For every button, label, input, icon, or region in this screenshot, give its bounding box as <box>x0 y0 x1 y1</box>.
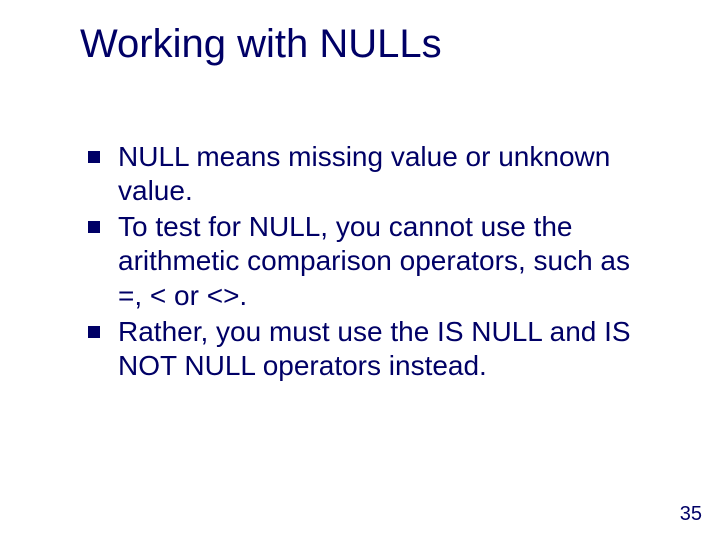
list-item: NULL means missing value or unknown valu… <box>84 140 660 208</box>
slide: Working with NULLs NULL means missing va… <box>0 0 720 540</box>
list-item: Rather, you must use the IS NULL and IS … <box>84 315 660 383</box>
page-number: 35 <box>680 503 702 526</box>
bullet-text: To test for NULL, you cannot use the ari… <box>118 211 630 310</box>
slide-title: Working with NULLs <box>80 22 442 67</box>
bullet-text: Rather, you must use the IS NULL and IS … <box>118 316 631 381</box>
bullet-text: NULL means missing value or unknown valu… <box>118 141 610 206</box>
slide-body: NULL means missing value or unknown valu… <box>84 140 660 385</box>
bullet-list: NULL means missing value or unknown valu… <box>84 140 660 383</box>
list-item: To test for NULL, you cannot use the ari… <box>84 210 660 312</box>
